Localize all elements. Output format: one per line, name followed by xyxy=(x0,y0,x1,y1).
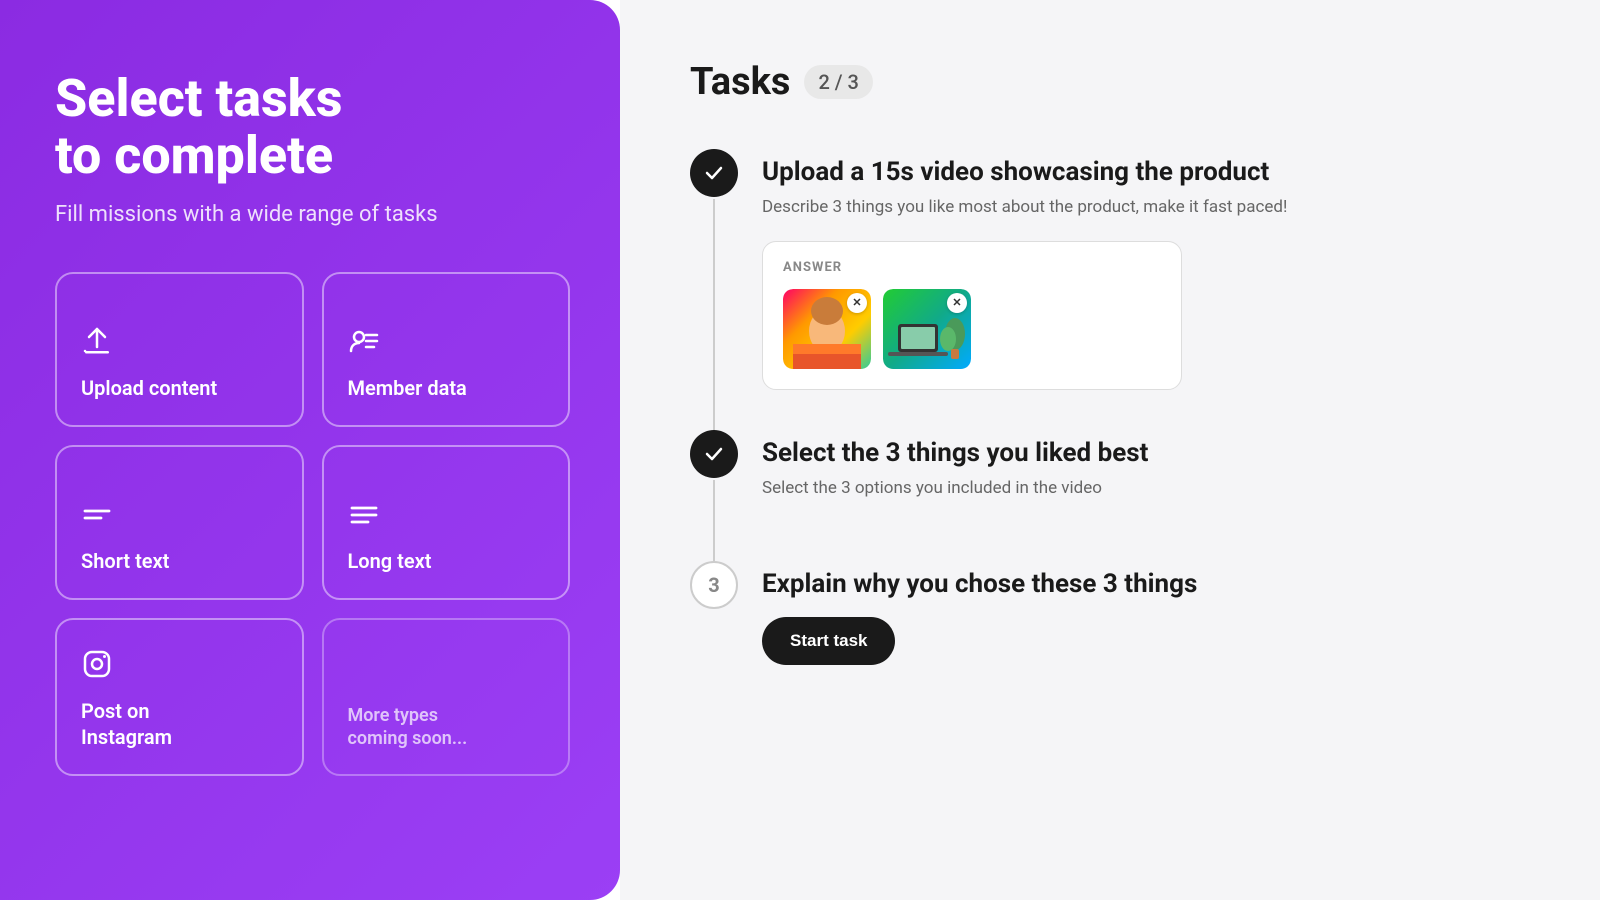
task-1-answer-box: ANSWER xyxy=(762,241,1182,390)
instagram-icon xyxy=(81,648,278,680)
card-post-instagram-label: Post on Instagram xyxy=(81,698,278,750)
task-2-step-col xyxy=(690,430,738,562)
page-title: Select tasks to complete xyxy=(55,70,570,184)
right-panel: Tasks 2 / 3 Upload a 15s video showcasin… xyxy=(620,0,1600,900)
tasks-progress-badge: 2 / 3 xyxy=(804,65,872,99)
task-3-step-col: 3 xyxy=(690,561,738,665)
upload-icon xyxy=(81,325,278,357)
card-post-instagram[interactable]: Post on Instagram xyxy=(55,618,304,776)
card-member-data[interactable]: Member data xyxy=(322,272,571,427)
task-1-step-circle xyxy=(690,149,738,197)
card-long-text[interactable]: Long text xyxy=(322,445,571,600)
task-1-answer-label: ANSWER xyxy=(783,260,1161,275)
task-list: Upload a 15s video showcasing the produc… xyxy=(690,149,1530,665)
task-3-step-circle: 3 xyxy=(690,561,738,609)
task-1-content: Upload a 15s video showcasing the produc… xyxy=(762,149,1530,430)
task-type-grid: Upload content Member data xyxy=(55,272,570,776)
start-task-button[interactable]: Start task xyxy=(762,617,895,665)
task-2-content: Select the 3 things you liked best Selec… xyxy=(762,430,1530,562)
card-more-types: More types coming soon... xyxy=(322,618,571,776)
left-panel: Select tasks to complete Fill missions w… xyxy=(0,0,620,900)
card-short-text-label: Short text xyxy=(81,548,278,574)
task-2-step-circle xyxy=(690,430,738,478)
task-3-step-number: 3 xyxy=(708,573,719,597)
card-short-text[interactable]: Short text xyxy=(55,445,304,600)
task-1-desc: Describe 3 things you like most about th… xyxy=(762,195,1530,221)
short-text-icon xyxy=(81,498,278,530)
long-text-icon xyxy=(348,498,545,530)
task-1-thumb-2: ✕ xyxy=(883,289,971,369)
task-1-title: Upload a 15s video showcasing the produc… xyxy=(762,157,1530,187)
task-2-title: Select the 3 things you liked best xyxy=(762,438,1530,468)
task-2-desc: Select the 3 options you included in the… xyxy=(762,476,1530,502)
card-long-text-label: Long text xyxy=(348,548,545,574)
card-upload-content-label: Upload content xyxy=(81,375,278,401)
task-3-content: Explain why you chose these 3 things Sta… xyxy=(762,561,1530,665)
task-1-thumb-1-close[interactable]: ✕ xyxy=(847,293,867,313)
tasks-title: Tasks xyxy=(690,60,790,104)
page-subtitle: Fill missions with a wide range of tasks xyxy=(55,202,570,227)
member-icon xyxy=(348,325,545,357)
card-member-data-label: Member data xyxy=(348,375,545,401)
card-more-types-label: More types coming soon... xyxy=(348,704,545,751)
task-item-3: 3 Explain why you chose these 3 things S… xyxy=(690,561,1530,665)
task-3-title: Explain why you chose these 3 things xyxy=(762,569,1530,599)
task-1-step-col xyxy=(690,149,738,430)
task-item-1: Upload a 15s video showcasing the produc… xyxy=(690,149,1530,430)
task-1-answer-images: ✕ xyxy=(783,289,1161,369)
task-item-2: Select the 3 things you liked best Selec… xyxy=(690,430,1530,562)
task-1-thumb-1: ✕ xyxy=(783,289,871,369)
tasks-header: Tasks 2 / 3 xyxy=(690,60,1530,104)
task-1-thumb-2-close[interactable]: ✕ xyxy=(947,293,967,313)
card-upload-content[interactable]: Upload content xyxy=(55,272,304,427)
